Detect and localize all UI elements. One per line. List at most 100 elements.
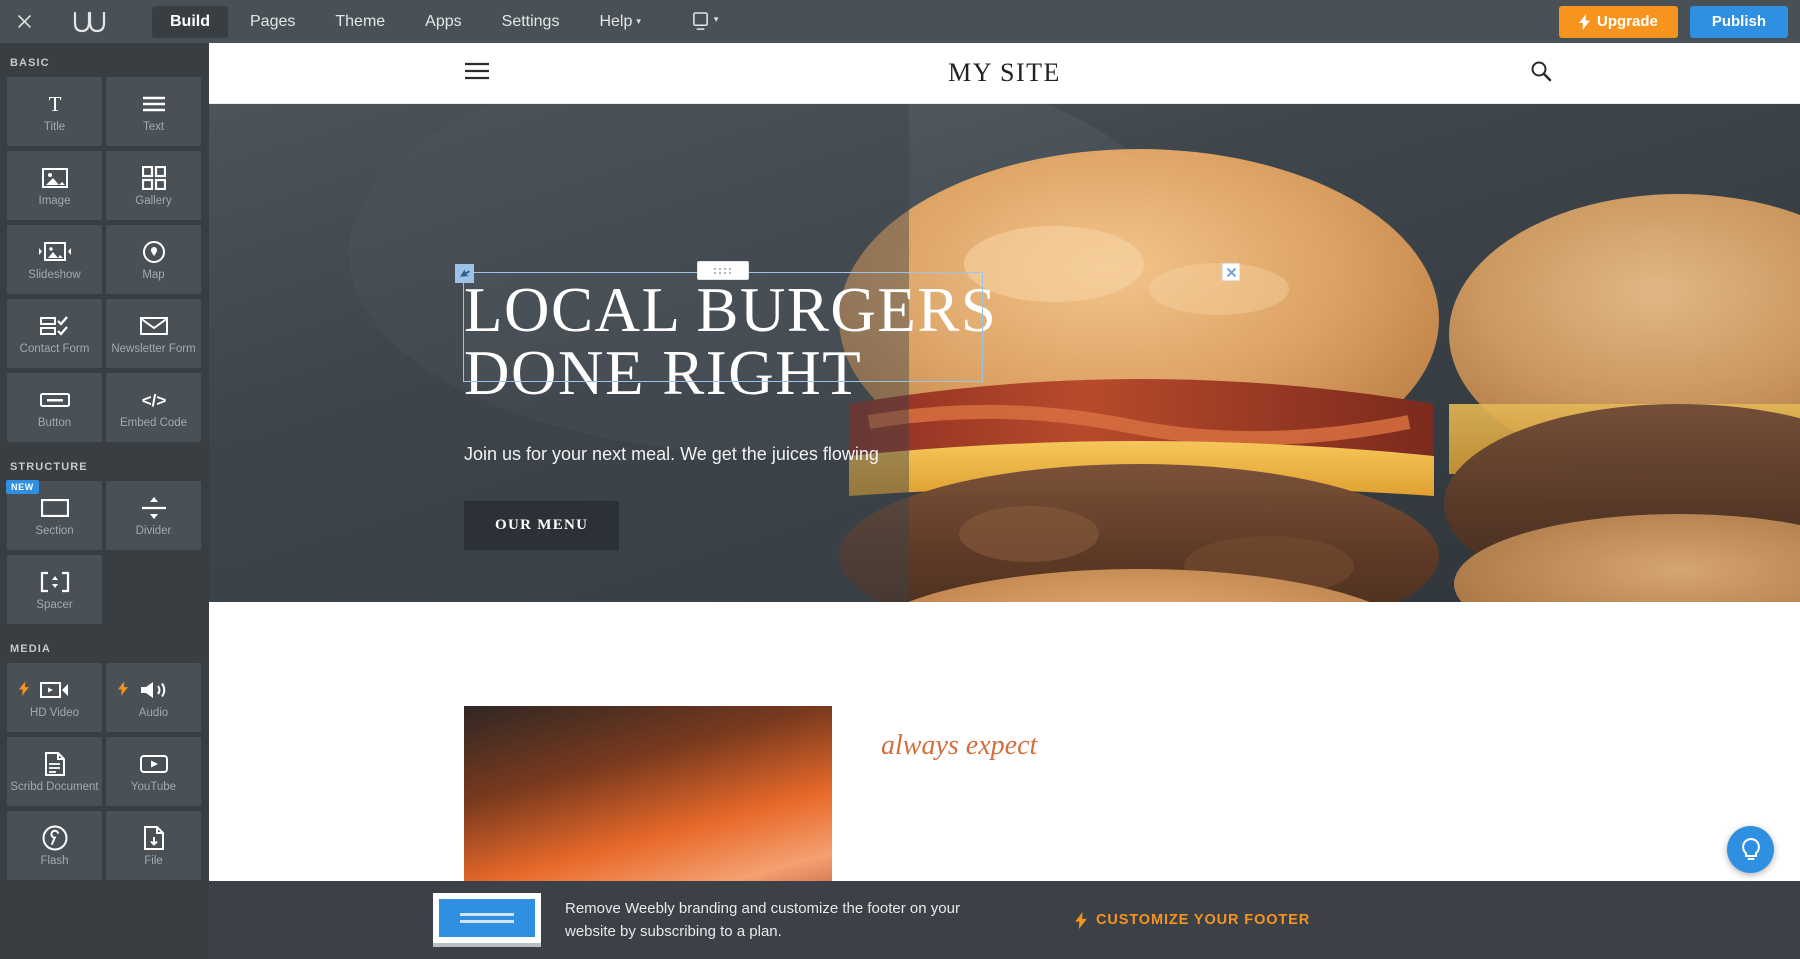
svg-text:</>: </>	[141, 391, 166, 410]
hero-background-image	[209, 104, 1800, 602]
image-icon	[41, 164, 69, 192]
youtube-icon	[139, 750, 168, 778]
chevron-down-icon-device: ▾	[713, 14, 719, 24]
sidebar-tile-scribd-document[interactable]: Scribd Document	[7, 737, 102, 806]
sidebar-section-basic-tiles: T Title Text Image Gallery Slideshow Map…	[0, 77, 209, 447]
pro-bolt-icon-audio	[118, 681, 128, 701]
close-icon[interactable]	[1222, 263, 1240, 281]
bolt-icon	[1578, 13, 1590, 30]
sidebar-tile-newsletter-form-label: Newsletter Form	[111, 342, 196, 355]
lower-section-heading[interactable]: always expect	[881, 730, 1037, 762]
editor-top-bar: Build Pages Theme Apps Settings Help▾ ▾	[0, 0, 1800, 43]
file-download-icon	[143, 824, 165, 852]
sidebar-tile-hd-video[interactable]: HD Video	[7, 663, 102, 732]
video-icon	[39, 676, 70, 704]
close-icon	[17, 15, 31, 28]
sidebar-tile-spacer[interactable]: Spacer	[7, 555, 102, 624]
upgrade-label: Upgrade	[1596, 13, 1658, 30]
device-preview-selector[interactable]: ▾	[691, 11, 719, 32]
tab-help-label: Help	[599, 12, 633, 30]
tab-help[interactable]: Help ▾	[581, 6, 658, 38]
sidebar-section-media-tiles: HD Video Audio Scribd Document YouTube F…	[0, 663, 209, 885]
tab-apps[interactable]: Apps	[407, 6, 479, 38]
footer-banner-message: Remove Weebly branding and customize the…	[565, 900, 960, 940]
upgrade-button[interactable]: Upgrade	[1558, 5, 1678, 38]
sidebar-tile-gallery-label: Gallery	[135, 194, 172, 207]
sidebar-section-structure-label: STRUCTURE	[10, 461, 88, 473]
move-arrow-icon[interactable]	[455, 264, 474, 283]
sidebar-tile-divider[interactable]: Divider	[106, 481, 201, 550]
close-editor-button[interactable]	[4, 0, 44, 43]
search-icon[interactable]	[1530, 60, 1552, 87]
weebly-logo-icon	[73, 11, 106, 32]
tab-build[interactable]: Build	[152, 5, 228, 38]
publish-label: Publish	[1711, 13, 1766, 30]
tab-theme-label: Theme	[335, 12, 386, 30]
sidebar-tile-audio[interactable]: Audio	[106, 663, 201, 732]
sidebar-tile-slideshow[interactable]: Slideshow	[7, 225, 102, 294]
sidebar-tile-embed-code[interactable]: </> Embed Code	[106, 373, 201, 442]
sidebar-tile-newsletter-form[interactable]: Newsletter Form	[106, 299, 201, 368]
publish-button[interactable]: Publish	[1689, 5, 1788, 38]
chevron-down-icon: ▾	[636, 15, 641, 26]
tab-theme[interactable]: Theme	[317, 6, 403, 38]
bolt-icon-footer	[1075, 911, 1087, 929]
site-header: MY SITE	[209, 43, 1800, 104]
element-selection-box[interactable]	[455, 261, 1240, 382]
sidebar-tile-placeholder	[106, 555, 201, 624]
section-icon	[40, 494, 69, 522]
sidebar-tile-map-label: Map	[142, 268, 165, 281]
tab-settings[interactable]: Settings	[484, 6, 578, 38]
sidebar-tile-slideshow-label: Slideshow	[28, 268, 81, 281]
title-icon: T	[43, 90, 67, 118]
tab-pages[interactable]: Pages	[232, 6, 313, 38]
audio-icon	[139, 676, 169, 704]
site-preview-canvas[interactable]: MY SITE LOCAL BURGERS DONE RIGHT Join us…	[209, 43, 1800, 959]
topbar-actions: Upgrade Publish	[1558, 0, 1788, 43]
sidebar-tile-file[interactable]: File	[106, 811, 201, 880]
weebly-logo-button[interactable]	[60, 0, 120, 43]
sidebar-tile-hd-video-label: HD Video	[29, 706, 79, 719]
sidebar-tile-flash[interactable]: Flash	[7, 811, 102, 880]
sidebar-tile-button-label: Button	[37, 416, 72, 429]
help-button[interactable]	[1727, 826, 1774, 873]
editor-main-nav: Build Pages Theme Apps Settings Help ▾ ▾	[152, 0, 718, 43]
sidebar-tile-text-label: Text	[142, 120, 165, 133]
sidebar-tile-text[interactable]: Text	[106, 77, 201, 146]
our-menu-button[interactable]: OUR MENU	[464, 501, 620, 550]
sidebar-tile-title[interactable]: T Title	[7, 77, 102, 146]
wrench-icon	[42, 824, 68, 852]
sidebar-tile-section[interactable]: NEW Section	[6, 480, 102, 550]
tab-settings-label: Settings	[501, 12, 560, 30]
customize-footer-link[interactable]: CUSTOMIZE YOUR FOOTER	[1075, 911, 1311, 929]
customize-footer-label: CUSTOMIZE YOUR FOOTER	[1096, 912, 1311, 928]
drag-dots-icon[interactable]	[697, 261, 749, 280]
drag-dots-glyph	[714, 267, 732, 274]
sidebar-tile-section-label: Section	[35, 524, 74, 537]
sidebar-tile-button[interactable]: Button	[7, 373, 102, 442]
map-pin-icon	[142, 238, 166, 266]
new-badge: NEW	[6, 480, 39, 494]
element-sidebar[interactable]: BASIC T Title Text Image Gallery Slidesh…	[0, 43, 209, 959]
hamburger-icon[interactable]	[464, 62, 490, 85]
sidebar-tile-divider-label: Divider	[135, 524, 172, 537]
sidebar-tile-youtube[interactable]: YouTube	[106, 737, 201, 806]
sidebar-tile-title-label: Title	[43, 120, 66, 133]
slideshow-icon	[38, 238, 72, 266]
sidebar-tile-contact-form-label: Contact Form	[19, 342, 90, 355]
lightbulb-icon	[1741, 837, 1760, 860]
button-icon	[39, 386, 70, 414]
hero-section[interactable]: LOCAL BURGERS DONE RIGHT Join us for you…	[209, 104, 1800, 602]
sidebar-tile-gallery[interactable]: Gallery	[106, 151, 201, 220]
gallery-icon	[141, 164, 166, 192]
sidebar-tile-map[interactable]: Map	[106, 225, 201, 294]
desktop-icon	[692, 12, 708, 30]
footer-thumbnail-graphic	[439, 899, 535, 937]
tab-build-label: Build	[170, 12, 210, 30]
tab-apps-label: Apps	[425, 12, 462, 30]
sidebar-tile-image[interactable]: Image	[7, 151, 102, 220]
divider-icon	[141, 494, 167, 522]
sidebar-section-basic-label: BASIC	[10, 57, 50, 69]
hero-subtitle[interactable]: Join us for your next meal. We get the j…	[464, 444, 997, 465]
sidebar-tile-contact-form[interactable]: Contact Form	[7, 299, 102, 368]
